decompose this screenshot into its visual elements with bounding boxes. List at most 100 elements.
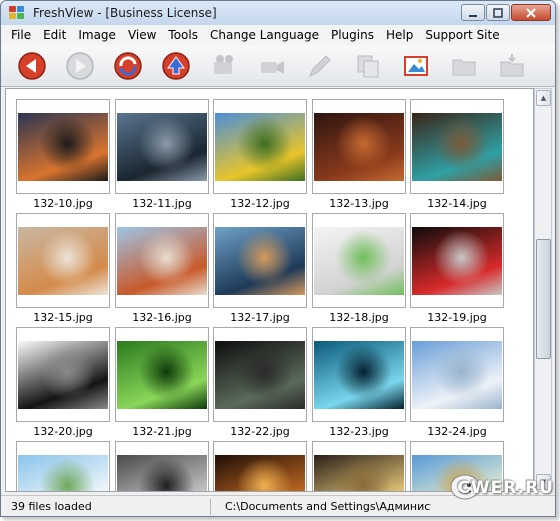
image-edit-button[interactable] [399, 49, 433, 83]
menu-support-site[interactable]: Support Site [419, 28, 505, 42]
thumbnail-item[interactable]: 132-19.jpg [410, 213, 504, 324]
menu-tools[interactable]: Tools [162, 28, 204, 42]
maximize-button[interactable] [486, 4, 510, 21]
thumbnail-frame[interactable] [213, 213, 307, 308]
video-button[interactable] [255, 49, 289, 83]
thumbnail-frame[interactable] [312, 213, 406, 308]
status-path: C:\Documents and Settings\Администрато [225, 500, 431, 513]
menu-view[interactable]: View [122, 28, 162, 42]
thumbnail-item[interactable] [213, 441, 307, 491]
thumbnail-frame[interactable] [410, 213, 504, 308]
thumbnail-image[interactable] [215, 112, 305, 181]
slideshow-projector-icon [214, 54, 233, 74]
thumbnail-filename: 132-22.jpg [230, 425, 290, 438]
thumbnail-image[interactable] [18, 112, 108, 181]
thumbnail-item[interactable]: 132-10.jpg [16, 99, 110, 210]
thumbnail-item[interactable]: 132-14.jpg [410, 99, 504, 210]
save-folder-icon [500, 53, 524, 76]
thumbnail-filename: 132-15.jpg [33, 311, 93, 324]
thumbnail-filename: 132-18.jpg [329, 311, 389, 324]
thumbnail-image[interactable] [412, 340, 502, 409]
thumbnail-frame[interactable] [312, 99, 406, 194]
menu-image[interactable]: Image [72, 28, 122, 42]
thumbnail-item[interactable]: 132-11.jpg [115, 99, 209, 210]
menu-file[interactable]: File [5, 28, 37, 42]
thumbnail-image[interactable] [215, 226, 305, 295]
copy-files-icon [357, 55, 379, 77]
thumbnail-item[interactable]: 132-12.jpg [213, 99, 307, 210]
slideshow-button[interactable] [207, 49, 241, 83]
thumbnail-frame[interactable] [312, 327, 406, 422]
window-controls [461, 4, 551, 21]
thumbnail-image[interactable] [18, 340, 108, 409]
scroll-up-arrow-icon[interactable]: ▲ [536, 90, 551, 106]
image-edit-icon [404, 55, 428, 76]
thumbnail-frame[interactable] [410, 327, 504, 422]
forward-button[interactable] [63, 49, 97, 83]
thumbnail-filename: 132-20.jpg [33, 425, 93, 438]
title-bar[interactable]: FreshView - [Business License] [1, 1, 555, 25]
window-title: FreshView - [Business License] [33, 6, 217, 20]
thumbnail-grid[interactable]: 132-10.jpg 132-11.jpg 132-12.jpg 132-13.jpg… [5, 88, 534, 492]
thumbnail-item[interactable] [115, 441, 209, 491]
status-files-loaded: 39 files loaded [1, 498, 211, 515]
thumbnail-frame[interactable] [16, 327, 110, 422]
thumbnail-item[interactable]: 132-24.jpg [410, 327, 504, 438]
thumbnail-filename: 132-11.jpg [132, 197, 192, 210]
save-folder-button[interactable] [495, 49, 529, 83]
thumbnail-frame[interactable] [16, 99, 110, 194]
thumbnail-image[interactable] [215, 340, 305, 409]
menu-edit[interactable]: Edit [37, 28, 72, 42]
copy-button[interactable] [351, 49, 385, 83]
thumbnail-filename: 132-24.jpg [427, 425, 487, 438]
scrollbar-thumb[interactable] [536, 239, 551, 359]
thumbnail-image[interactable] [314, 454, 404, 491]
thumbnail-image[interactable] [314, 340, 404, 409]
thumbnail-image[interactable] [314, 226, 404, 295]
thumbnail-image[interactable] [117, 454, 207, 491]
thumbnail-item[interactable]: 132-23.jpg [312, 327, 406, 438]
thumbnail-item[interactable]: 132-18.jpg [312, 213, 406, 324]
thumbnail-item[interactable]: 132-16.jpg [115, 213, 209, 324]
refresh-button[interactable] [111, 49, 145, 83]
thumbnail-item[interactable] [312, 441, 406, 491]
thumbnail-item[interactable]: 132-22.jpg [213, 327, 307, 438]
thumbnail-frame[interactable] [115, 99, 209, 194]
vertical-scrollbar[interactable]: ▲ ▼ [534, 88, 552, 492]
menu-plugins[interactable]: Plugins [325, 28, 380, 42]
thumbnail-frame[interactable] [115, 327, 209, 422]
thumbnail-frame[interactable] [410, 99, 504, 194]
thumbnail-image[interactable] [412, 112, 502, 181]
thumbnail-image[interactable] [215, 454, 305, 491]
edit-button[interactable] [303, 49, 337, 83]
thumbnail-frame[interactable] [312, 441, 406, 491]
thumbnail-image[interactable] [117, 340, 207, 409]
thumbnail-frame[interactable] [115, 441, 209, 491]
minimize-button[interactable] [461, 4, 485, 21]
menu-help[interactable]: Help [380, 28, 419, 42]
folder-button[interactable] [447, 49, 481, 83]
thumbnail-image[interactable] [117, 112, 207, 181]
menu-change-language[interactable]: Change Language [204, 28, 325, 42]
back-button[interactable] [15, 49, 49, 83]
thumbnail-image[interactable] [412, 226, 502, 295]
thumbnail-item[interactable]: 132-13.jpg [312, 99, 406, 210]
thumbnail-image[interactable] [18, 454, 108, 491]
thumbnail-frame[interactable] [213, 441, 307, 491]
thumbnail-frame[interactable] [16, 213, 110, 308]
thumbnail-item[interactable]: 132-17.jpg [213, 213, 307, 324]
thumbnail-item[interactable]: 132-20.jpg [16, 327, 110, 438]
thumbnail-frame[interactable] [213, 99, 307, 194]
close-button[interactable] [511, 4, 551, 21]
thumbnail-frame[interactable] [115, 213, 209, 308]
thumbnail-image[interactable] [314, 112, 404, 181]
thumbnail-frame[interactable] [213, 327, 307, 422]
thumbnail-frame[interactable] [16, 441, 110, 491]
thumbnail-item[interactable]: 132-15.jpg [16, 213, 110, 324]
thumbnail-image[interactable] [18, 226, 108, 295]
thumbnail-item[interactable]: 132-21.jpg [115, 327, 209, 438]
up-button[interactable] [159, 49, 193, 83]
thumbnail-item[interactable] [16, 441, 110, 491]
thumbnail-filename: 132-10.jpg [33, 197, 93, 210]
thumbnail-image[interactable] [117, 226, 207, 295]
